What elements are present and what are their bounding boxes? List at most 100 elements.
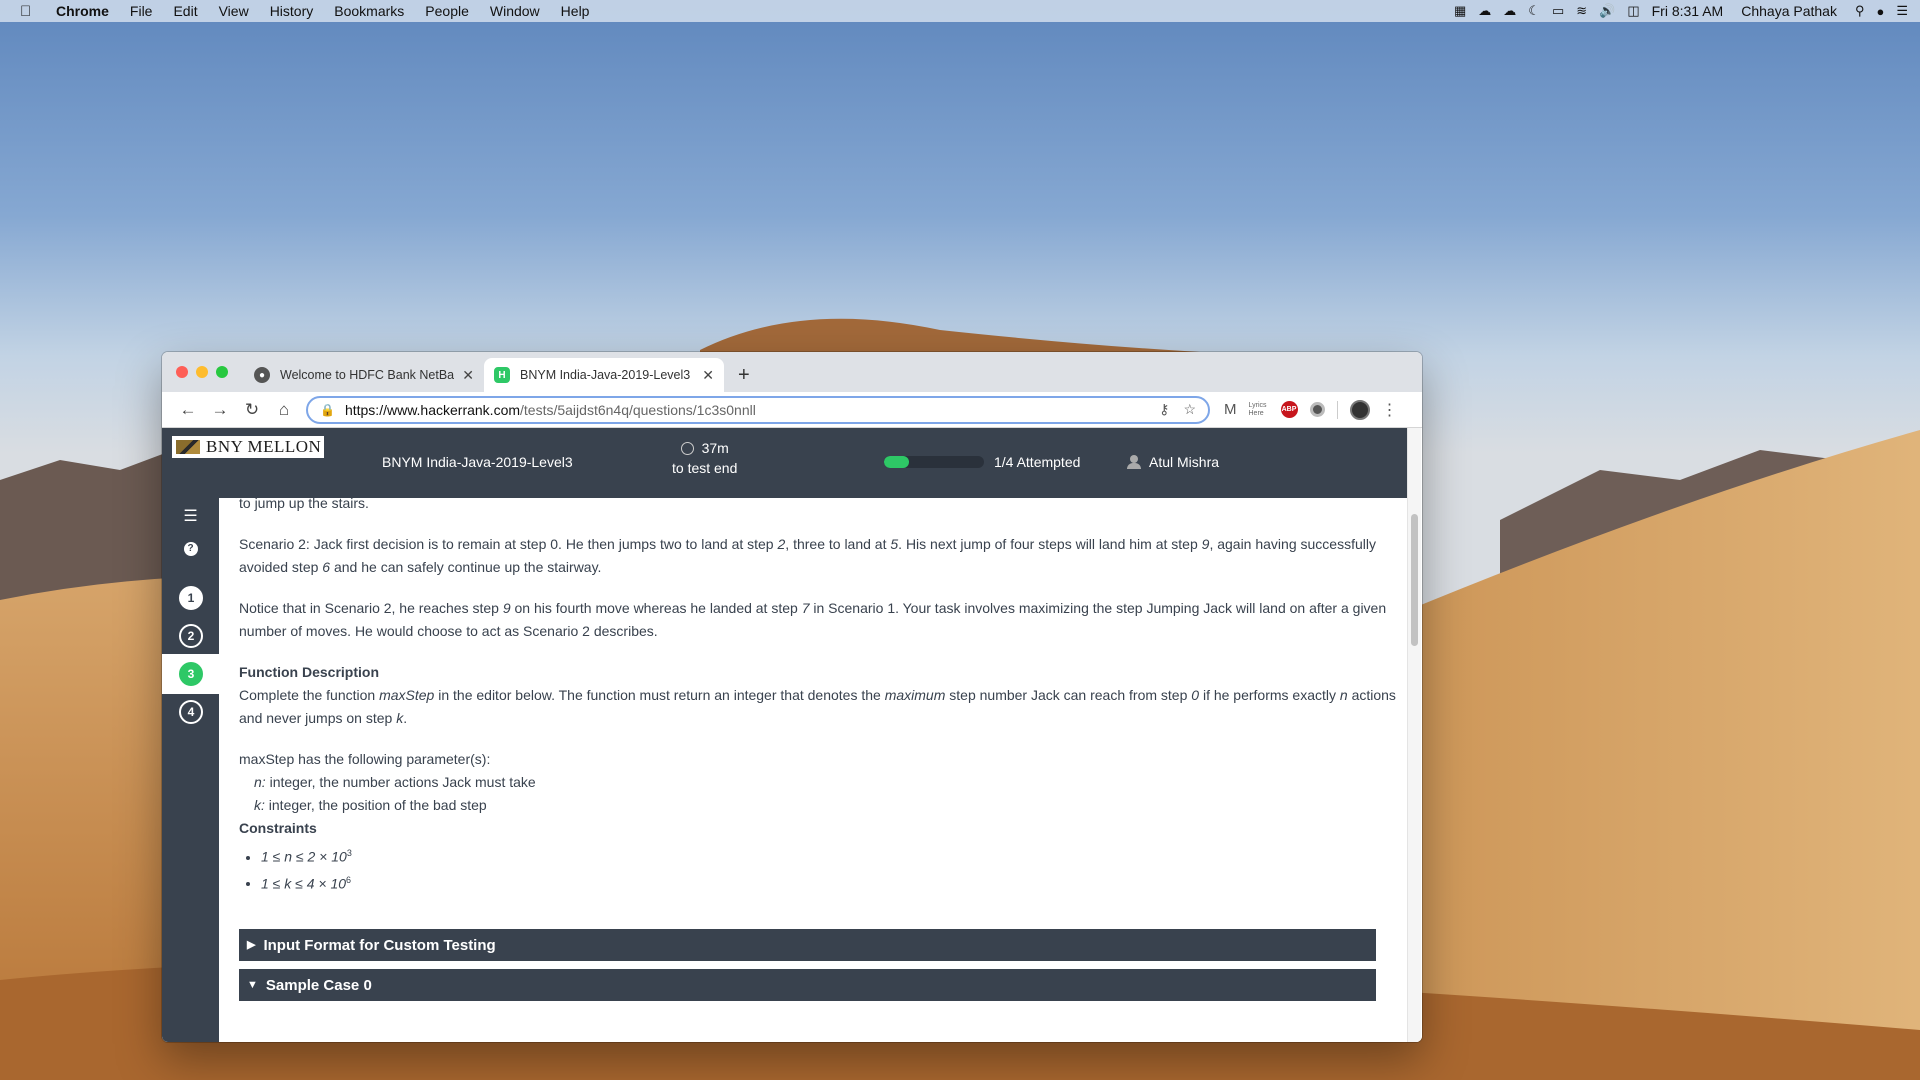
test-name: BNYM India-Java-2019-Level3 xyxy=(382,454,573,470)
sample-case-0-accordion[interactable]: ▼ Sample Case 0 xyxy=(239,969,1376,1002)
constraints-list: 1 ≤ n ≤ 2 × 103 1 ≤ k ≤ 4 × 106 xyxy=(239,842,1399,895)
notification-center-icon[interactable]: ☰ xyxy=(1896,3,1908,19)
question-2-button[interactable]: 2 xyxy=(179,624,203,648)
tab-hdfc[interactable]: ● Welcome to HDFC Bank NetBa ✕ xyxy=(244,358,484,392)
candidate-user[interactable]: Atul Mishra xyxy=(1127,454,1219,470)
battery-icon[interactable]: ◫ xyxy=(1627,3,1639,19)
text-line: to jump up the stairs. xyxy=(239,498,369,511)
scrollbar-thumb[interactable] xyxy=(1411,514,1418,646)
close-tab-icon[interactable]: ✕ xyxy=(462,367,474,384)
page-scrollbar[interactable] xyxy=(1407,428,1421,1042)
menu-bookmarks[interactable]: Bookmarks xyxy=(334,3,404,19)
input-format-accordion[interactable]: ▶ Input Format for Custom Testing xyxy=(239,929,1376,962)
parameters-intro: maxStep has the following parameter(s): xyxy=(239,751,491,767)
extensions-area: M Lyrics Here ABP ⋮ xyxy=(1224,399,1398,420)
globe-icon: ● xyxy=(254,367,270,383)
caret-down-icon: ▼ xyxy=(247,978,258,991)
menu-file[interactable]: File xyxy=(130,3,153,19)
test-timer: 37m to test end xyxy=(672,438,737,478)
tab-hackerrank[interactable]: H BNYM India-Java-2019-Level3 ✕ xyxy=(484,358,724,392)
help-icon[interactable]: ? xyxy=(162,538,219,556)
tab-title: Welcome to HDFC Bank NetBa xyxy=(280,368,455,382)
menubar-clock[interactable]: Fri 8:31 AM xyxy=(1652,3,1724,19)
constraint-item: 1 ≤ n ≤ 2 × 103 xyxy=(261,842,1399,869)
hackerrank-favicon-icon: H xyxy=(494,367,510,383)
spotlight-search-icon[interactable]: ⚲ xyxy=(1855,3,1865,19)
candidate-name: Atul Mishra xyxy=(1149,454,1220,470)
browser-toolbar: ← → ↻ ⌂ 🔒 https://www.hackerrank.com/tes… xyxy=(162,392,1422,428)
url-domain: https://www.hackerrank.com xyxy=(344,401,521,418)
bny-mellon-mark-icon xyxy=(176,440,200,454)
tab-strip: ● Welcome to HDFC Bank NetBa ✕ H BNYM In… xyxy=(162,352,1422,392)
forward-arrow-icon[interactable]: → xyxy=(204,400,236,420)
lock-icon[interactable]: 🔒 xyxy=(320,403,335,417)
adblock-plus-icon[interactable]: ABP xyxy=(1280,401,1298,418)
new-tab-button[interactable]: + xyxy=(738,358,750,392)
question-sidebar: ☰ ? 1 2 3 4 xyxy=(162,498,219,1042)
apple-menu-icon[interactable]:  xyxy=(20,3,38,20)
volume-icon[interactable]: 🔊 xyxy=(1599,3,1615,19)
test-header: BNY MELLON BNYM India-Java-2019-Level3 3… xyxy=(162,428,1407,498)
toolbar-divider xyxy=(1336,400,1338,419)
constraints-heading: Constraints xyxy=(239,820,317,836)
question-4-button[interactable]: 4 xyxy=(179,700,203,724)
address-bar[interactable]: 🔒 https://www.hackerrank.com/tests/5aijd… xyxy=(306,395,1210,424)
close-window-button[interactable] xyxy=(176,366,188,378)
user-icon xyxy=(1127,455,1141,469)
constraint-item: 1 ≤ k ≤ 4 × 106 xyxy=(261,869,1399,896)
function-description-paragraph: Complete the function maxStep in the edi… xyxy=(239,687,1396,726)
progress-label: 1/4 Attempted xyxy=(994,454,1081,470)
back-arrow-icon[interactable]: ← xyxy=(172,400,204,420)
menu-people[interactable]: People xyxy=(425,3,469,19)
menu-app-name[interactable]: Chrome xyxy=(56,3,109,19)
menu-history[interactable]: History xyxy=(270,3,314,19)
timer-value: 37m xyxy=(701,440,729,456)
key-icon[interactable]: ⚷ xyxy=(1159,401,1169,418)
lyrics-extension-icon[interactable]: Lyrics Here xyxy=(1249,402,1269,418)
accordion-label: Sample Case 0 xyxy=(265,976,372,994)
menu-view[interactable]: View xyxy=(219,3,249,19)
wifi-icon[interactable]: ≋ xyxy=(1576,3,1587,19)
menu-edit[interactable]: Edit xyxy=(173,3,197,19)
cloud-icon[interactable]: ☁ xyxy=(1478,3,1491,19)
gmail-extension-icon[interactable]: M xyxy=(1224,401,1237,418)
cloud-upload-icon[interactable]: ☁ xyxy=(1503,3,1516,19)
chrome-menu-icon[interactable]: ⋮ xyxy=(1382,400,1398,420)
progress-fill xyxy=(884,456,909,468)
url-path: /tests/5aijdst6n4q/questions/1c3s0nnll xyxy=(520,401,756,418)
close-tab-icon[interactable]: ✕ xyxy=(702,367,714,384)
notice-paragraph: Notice that in Scenario 2, he reaches st… xyxy=(239,600,1387,639)
menu-help[interactable]: Help xyxy=(561,3,590,19)
logo-text: BNY MELLON xyxy=(206,437,322,456)
home-icon[interactable]: ⌂ xyxy=(268,400,300,420)
moon-icon[interactable]: ☾ xyxy=(1528,3,1540,19)
macos-menubar:  Chrome File Edit View History Bookmark… xyxy=(0,0,1920,22)
hackerrank-page: BNY MELLON BNYM India-Java-2019-Level3 3… xyxy=(162,428,1422,1042)
bny-mellon-logo: BNY MELLON xyxy=(172,436,324,458)
progress-bar xyxy=(884,456,984,468)
menubar-user[interactable]: Chhaya Pathak xyxy=(1741,3,1837,19)
minimize-window-button[interactable] xyxy=(196,366,208,378)
function-description-heading: Function Description xyxy=(239,664,379,680)
extension-circle-icon[interactable] xyxy=(1309,402,1325,417)
caret-right-icon: ▶ xyxy=(247,938,256,951)
scenario-2-paragraph: Scenario 2: Jack first decision is to re… xyxy=(239,536,1376,575)
siri-icon[interactable]: ● xyxy=(1876,4,1884,19)
menu-window[interactable]: Window xyxy=(490,3,540,19)
bookmark-star-icon[interactable]: ☆ xyxy=(1183,401,1196,418)
parameter-n: n: integer, the number actions Jack must… xyxy=(254,774,536,790)
tab-title: BNYM India-Java-2019-Level3 xyxy=(520,368,691,382)
list-icon[interactable]: ☰ xyxy=(162,506,219,526)
profile-avatar[interactable] xyxy=(1349,399,1370,420)
clock-icon xyxy=(680,442,694,455)
chrome-window: ● Welcome to HDFC Bank NetBa ✕ H BNYM In… xyxy=(162,352,1422,1042)
timer-sub: to test end xyxy=(672,460,738,476)
parameter-k: k: integer, the position of the bad step xyxy=(254,797,487,813)
bi-status-icon[interactable]: ▦ xyxy=(1454,3,1466,19)
accordion-label: Input Format for Custom Testing xyxy=(263,936,496,954)
airplay-icon[interactable]: ▭ xyxy=(1552,3,1564,19)
reload-icon[interactable]: ↻ xyxy=(236,400,268,420)
question-1-button[interactable]: 1 xyxy=(179,586,203,610)
question-3-button[interactable]: 3 xyxy=(179,662,203,686)
zoom-window-button[interactable] xyxy=(216,366,228,378)
